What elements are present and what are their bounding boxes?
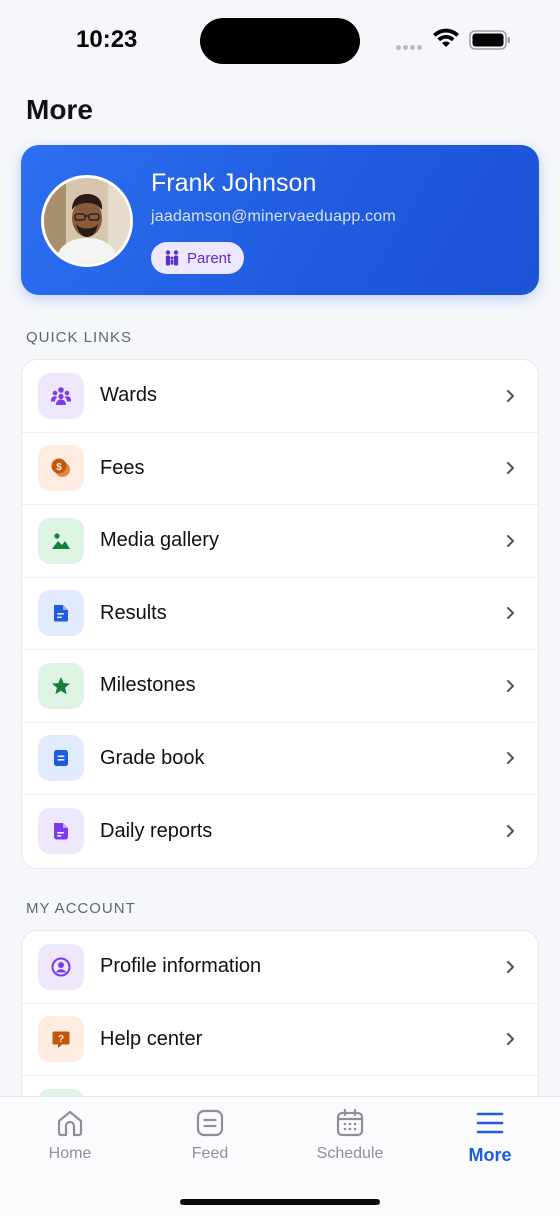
- star-icon: [38, 662, 84, 709]
- gradebook-icon: [38, 735, 84, 782]
- list-item-grade-book[interactable]: Grade book: [22, 723, 538, 795]
- avatar: [41, 175, 133, 267]
- nav-item-home[interactable]: Home: [20, 1107, 120, 1163]
- report-icon: [38, 808, 84, 855]
- list-item-profile-information[interactable]: Profile information: [22, 931, 538, 1004]
- list-item-label: Help center: [100, 1027, 203, 1050]
- chevron-right-icon: [507, 607, 514, 620]
- list-item-label: Profile information: [100, 955, 262, 978]
- users-icon: [38, 372, 84, 419]
- list-item-label: Grade book: [100, 746, 205, 769]
- list-item-milestones[interactable]: Milestones: [22, 650, 538, 723]
- profile-name: Frank Johnson: [151, 169, 317, 197]
- profile-email: jaadamson@minervaeduapp.com: [151, 208, 396, 225]
- quick-links-list: Wards $ Fees Media gallery Results Miles…: [21, 359, 539, 869]
- list-item-help-center[interactable]: ? Help center: [22, 1004, 538, 1076]
- nav-label: More: [468, 1145, 512, 1165]
- list-item-label: Daily reports: [100, 819, 213, 842]
- coin-icon: $: [38, 445, 84, 492]
- status-bar: 10:23: [0, 0, 560, 80]
- chevron-right-icon: [507, 1033, 514, 1046]
- calendar-icon: [336, 1108, 364, 1137]
- list-item-label: Fees: [100, 456, 145, 479]
- nav-label: Schedule: [316, 1145, 384, 1162]
- section-label-quick-links: QUICK LINKS: [26, 329, 133, 346]
- nav-item-feed[interactable]: Feed: [160, 1107, 260, 1163]
- list-item-wards[interactable]: Wards: [22, 360, 538, 433]
- home-icon: [57, 1110, 83, 1137]
- home-indicator: [180, 1199, 380, 1205]
- family-icon: [165, 250, 179, 266]
- list-item-label: Results: [100, 601, 167, 624]
- svg-text:?: ?: [58, 1034, 64, 1045]
- role-badge: Parent: [151, 242, 245, 274]
- list-item-label: Media gallery: [100, 529, 219, 552]
- chevron-right-icon: [507, 752, 514, 765]
- status-time: 10:23: [76, 26, 138, 53]
- cellular-signal-icon: [396, 37, 426, 50]
- menu-icon: [476, 1112, 504, 1134]
- chevron-right-icon: [507, 679, 514, 692]
- image-icon: [38, 517, 84, 564]
- chevron-right-icon: [507, 534, 514, 547]
- user-circle-icon: [38, 943, 84, 990]
- section-label-my-account: MY ACCOUNT: [26, 900, 136, 917]
- chevron-right-icon: [507, 462, 514, 475]
- help-icon: ?: [38, 1016, 84, 1063]
- page-title: More: [26, 94, 93, 125]
- list-item-label: Milestones: [100, 674, 196, 697]
- dynamic-island: [200, 18, 360, 64]
- nav-item-more[interactable]: More: [440, 1107, 540, 1166]
- feed-icon: [196, 1109, 224, 1137]
- list-item-results[interactable]: Results: [22, 578, 538, 650]
- chevron-right-icon: [507, 389, 514, 402]
- battery-icon: [469, 30, 510, 50]
- role-label: Parent: [187, 249, 232, 267]
- list-item-daily-reports[interactable]: Daily reports: [22, 795, 538, 868]
- chevron-right-icon: [507, 960, 514, 973]
- svg-text:$: $: [56, 462, 62, 473]
- wifi-icon: [433, 28, 459, 47]
- list-item-fees[interactable]: $ Fees: [22, 433, 538, 505]
- nav-label: Feed: [191, 1145, 229, 1162]
- nav-item-schedule[interactable]: Schedule: [300, 1107, 400, 1163]
- document-icon: [38, 590, 84, 637]
- profile-card[interactable]: Frank Johnson jaadamson@minervaeduapp.co…: [21, 145, 539, 295]
- bottom-nav: Home Feed Schedule More: [0, 1096, 560, 1216]
- list-item-label: Wards: [100, 384, 158, 407]
- list-item-media-gallery[interactable]: Media gallery: [22, 505, 538, 578]
- chevron-right-icon: [507, 825, 514, 838]
- nav-label: Home: [48, 1145, 92, 1162]
